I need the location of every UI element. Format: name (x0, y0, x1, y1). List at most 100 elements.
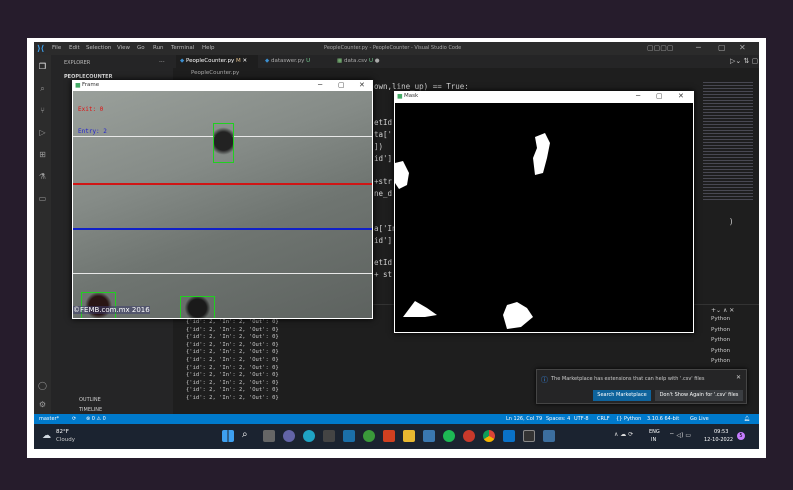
unsaved-dot-icon: ● (374, 58, 380, 64)
dont-show-again-button[interactable]: Don't Show Again for '.csv' files (655, 390, 743, 401)
extensions-icon[interactable]: ⊞ (37, 149, 48, 160)
minimize-icon[interactable]: ─ (636, 92, 640, 100)
timeline-section[interactable]: TIMELINE (79, 407, 102, 413)
language-indicator[interactable]: ENG (649, 429, 660, 435)
store-icon[interactable] (323, 430, 335, 442)
explorer-icon[interactable]: ❐ (37, 61, 48, 72)
problems-status[interactable]: ⊗ 0 ⚠ 0 (86, 414, 106, 424)
close-icon[interactable]: ✕ (678, 92, 684, 100)
terminal-list-item[interactable]: Python (711, 358, 730, 364)
search-icon[interactable]: ⌕ (242, 429, 248, 440)
explorer-more-icon[interactable]: ··· (159, 59, 165, 66)
terminal-list-item[interactable]: Python (711, 327, 730, 333)
branch-status[interactable]: master* (39, 414, 59, 424)
close-icon[interactable]: ✕ (736, 374, 741, 381)
mask-frame (395, 103, 693, 332)
photos-icon[interactable] (423, 430, 435, 442)
tab-peoplecounter[interactable]: ◆ PeopleCounter.py M ✕ (176, 55, 258, 68)
title-bar: ⟩⟨ File Edit Selection View Go Run Termi… (34, 42, 759, 55)
terminal-line: {'id': 2, 'In': 2, 'Out': 0} (186, 326, 279, 333)
notification-badge[interactable]: 5 (737, 432, 745, 440)
terminal-list-item[interactable]: Python (711, 337, 730, 343)
app-red-icon[interactable] (463, 430, 475, 442)
tray-icons[interactable]: ∧ ☁ ⟳ (614, 431, 633, 438)
run-debug-icon[interactable]: ▷ (37, 127, 48, 138)
menu-file[interactable]: File (52, 45, 61, 51)
code-line: own,line_up) == True: (374, 82, 469, 91)
windows-taskbar: ☁ 82°F Cloudy ⌕ ∧ ☁ ⟳ ENG IN ⌔ ◁) ▭ 09:5… (34, 424, 759, 449)
sync-status[interactable]: ⟳ (72, 414, 76, 424)
terminal-line: {'id': 2, 'In': 2, 'Out': 0} (186, 341, 279, 348)
account-icon[interactable]: ◯ (37, 380, 48, 391)
terminal-line: {'id': 2, 'In': 2, 'Out': 0} (186, 379, 279, 386)
language-mode[interactable]: {} Python (616, 414, 641, 424)
chat-icon[interactable] (283, 430, 295, 442)
indentation[interactable]: Spaces: 4 (546, 414, 570, 424)
menu-go[interactable]: Go (137, 45, 145, 51)
menu-run[interactable]: Run (153, 45, 164, 51)
cursor-position[interactable]: Ln 126, Col 79 (506, 414, 542, 424)
code-line: ne_d (374, 189, 393, 198)
tab-data-csv[interactable]: ▦ data.csv U ● (333, 55, 393, 68)
file-explorer-icon[interactable] (403, 430, 415, 442)
xbox-icon[interactable] (363, 430, 375, 442)
code-line: ta[' (374, 130, 393, 139)
close-icon[interactable]: ✕ (739, 43, 746, 52)
clock-date[interactable]: 12-10-2022 (704, 437, 733, 443)
source-control-icon[interactable]: ⑂ (37, 105, 48, 116)
wifi-volume-battery-icons[interactable]: ⌔ ◁) ▭ (669, 431, 691, 439)
start-icon[interactable] (222, 430, 234, 442)
layout-icons[interactable]: ▢▢▢▢ (647, 44, 673, 52)
window-title: PeopleCounter.py - PeopleCounter - Visua… (324, 45, 462, 51)
spotify-icon[interactable] (443, 430, 455, 442)
clock-time[interactable]: 09:53 (714, 429, 728, 435)
tab-label: dataswer.py (270, 58, 305, 64)
close-tab-icon[interactable]: ✕ (242, 58, 247, 64)
maximize-icon[interactable]: ▢ (656, 92, 663, 100)
outline-section[interactable]: OUTLINE (79, 397, 101, 403)
mask-window[interactable]: Mask ■ ─ ▢ ✕ (394, 91, 694, 333)
line-ending[interactable]: CRLF (597, 414, 610, 424)
breadcrumb[interactable]: PeopleCounter.py (191, 70, 239, 76)
office-icon[interactable] (383, 430, 395, 442)
chrome-icon[interactable] (483, 430, 495, 442)
frame-window[interactable]: Frame ■ ─ ▢ ✕ Exit: 0 Entry: 2 ©FEMB.com… (72, 80, 373, 319)
terminal-list-item[interactable]: Python (711, 348, 730, 354)
maximize-icon[interactable]: ▢ (338, 81, 345, 89)
menu-view[interactable]: View (117, 45, 130, 51)
python-icon[interactable] (543, 430, 555, 442)
person-box (213, 123, 234, 163)
interpreter[interactable]: 3.10.6 64-bit (647, 414, 679, 424)
remote-icon[interactable]: ▭ (37, 193, 48, 204)
search-icon[interactable]: ⌕ (37, 83, 48, 94)
terminal-line: {'id': 2, 'In': 2, 'Out': 0} (186, 387, 279, 394)
search-marketplace-button[interactable]: Search Marketplace (593, 390, 651, 401)
menu-terminal[interactable]: Terminal (171, 45, 194, 51)
minimap[interactable] (703, 82, 753, 202)
settings-gear-icon[interactable]: ⚙ (37, 399, 48, 410)
terminal-actions[interactable]: +⌄ ∧ ✕ (711, 307, 734, 314)
terminal-list-item[interactable]: Python (711, 316, 730, 322)
terminal-line: {'id': 2, 'In': 2, 'Out': 0} (186, 334, 279, 341)
testing-icon[interactable]: ⚗ (37, 171, 48, 182)
tab-dataswer[interactable]: ◆ dataswer.py U (261, 55, 331, 68)
code-line: etId (374, 118, 393, 127)
app-l-icon[interactable] (343, 430, 355, 442)
menu-help[interactable]: Help (202, 45, 215, 51)
weather-icon[interactable]: ☁ (42, 431, 51, 441)
maximize-icon[interactable]: ▢ (718, 43, 726, 52)
bell-icon[interactable]: 🔔︎ (744, 414, 750, 424)
minimize-icon[interactable]: ─ (696, 43, 701, 52)
close-icon[interactable]: ✕ (359, 81, 365, 89)
terminal-icon[interactable] (523, 430, 535, 442)
vscode-taskbar-icon[interactable] (503, 430, 515, 442)
edge-icon[interactable] (303, 430, 315, 442)
go-live[interactable]: Go Live (690, 414, 709, 424)
task-view-icon[interactable] (263, 430, 275, 442)
menu-edit[interactable]: Edit (69, 45, 80, 51)
menu-selection[interactable]: Selection (86, 45, 111, 51)
terminal-line: {'id': 2, 'In': 2, 'Out': 0} (186, 357, 279, 363)
encoding[interactable]: UTF-8 (574, 414, 589, 424)
minimize-icon[interactable]: ─ (318, 81, 322, 89)
tab-badge: U (306, 58, 311, 64)
